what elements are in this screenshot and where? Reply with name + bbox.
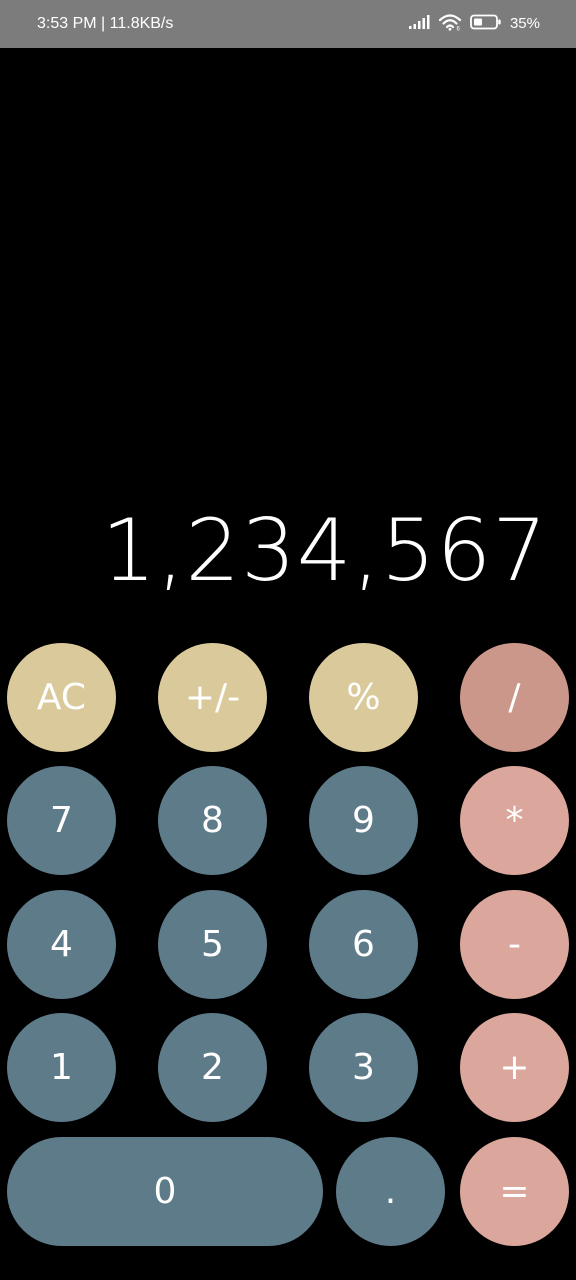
digit-9-button[interactable]: 9	[309, 766, 418, 875]
battery-icon	[470, 14, 502, 35]
digit-7-button[interactable]: 7	[7, 766, 116, 875]
digit-4-button[interactable]: 4	[7, 890, 116, 999]
digit-2-button[interactable]: 2	[158, 1013, 267, 1122]
all-clear-button[interactable]: AC	[7, 643, 116, 752]
calculator-app: 3:53 PM | 11.8KB/s 6 35% 1,234,567 AC +/…	[0, 0, 576, 1280]
subtract-button[interactable]: -	[460, 890, 569, 999]
divide-button[interactable]: /	[460, 643, 569, 752]
wifi-icon: 6	[438, 13, 462, 36]
multiply-button[interactable]: *	[460, 766, 569, 875]
svg-text:6: 6	[456, 26, 460, 31]
digit-5-button[interactable]: 5	[158, 890, 267, 999]
equals-button[interactable]: =	[460, 1137, 569, 1246]
result-display: 1,234,567	[101, 501, 548, 601]
digit-0-button[interactable]: 0	[7, 1137, 323, 1246]
status-icons: 6 35%	[408, 12, 540, 36]
digit-8-button[interactable]: 8	[158, 766, 267, 875]
digit-1-button[interactable]: 1	[7, 1013, 116, 1122]
add-button[interactable]: +	[460, 1013, 569, 1122]
signal-icon	[408, 14, 430, 35]
status-bar: 3:53 PM | 11.8KB/s 6 35%	[0, 0, 576, 48]
digit-6-button[interactable]: 6	[309, 890, 418, 999]
battery-percentage: 35%	[509, 15, 540, 32]
decimal-button[interactable]: .	[336, 1137, 445, 1246]
digit-3-button[interactable]: 3	[309, 1013, 418, 1122]
sign-toggle-button[interactable]: +/-	[158, 643, 267, 752]
status-time-speed: 3:53 PM | 11.8KB/s	[37, 15, 174, 32]
percent-button[interactable]: %	[309, 643, 418, 752]
